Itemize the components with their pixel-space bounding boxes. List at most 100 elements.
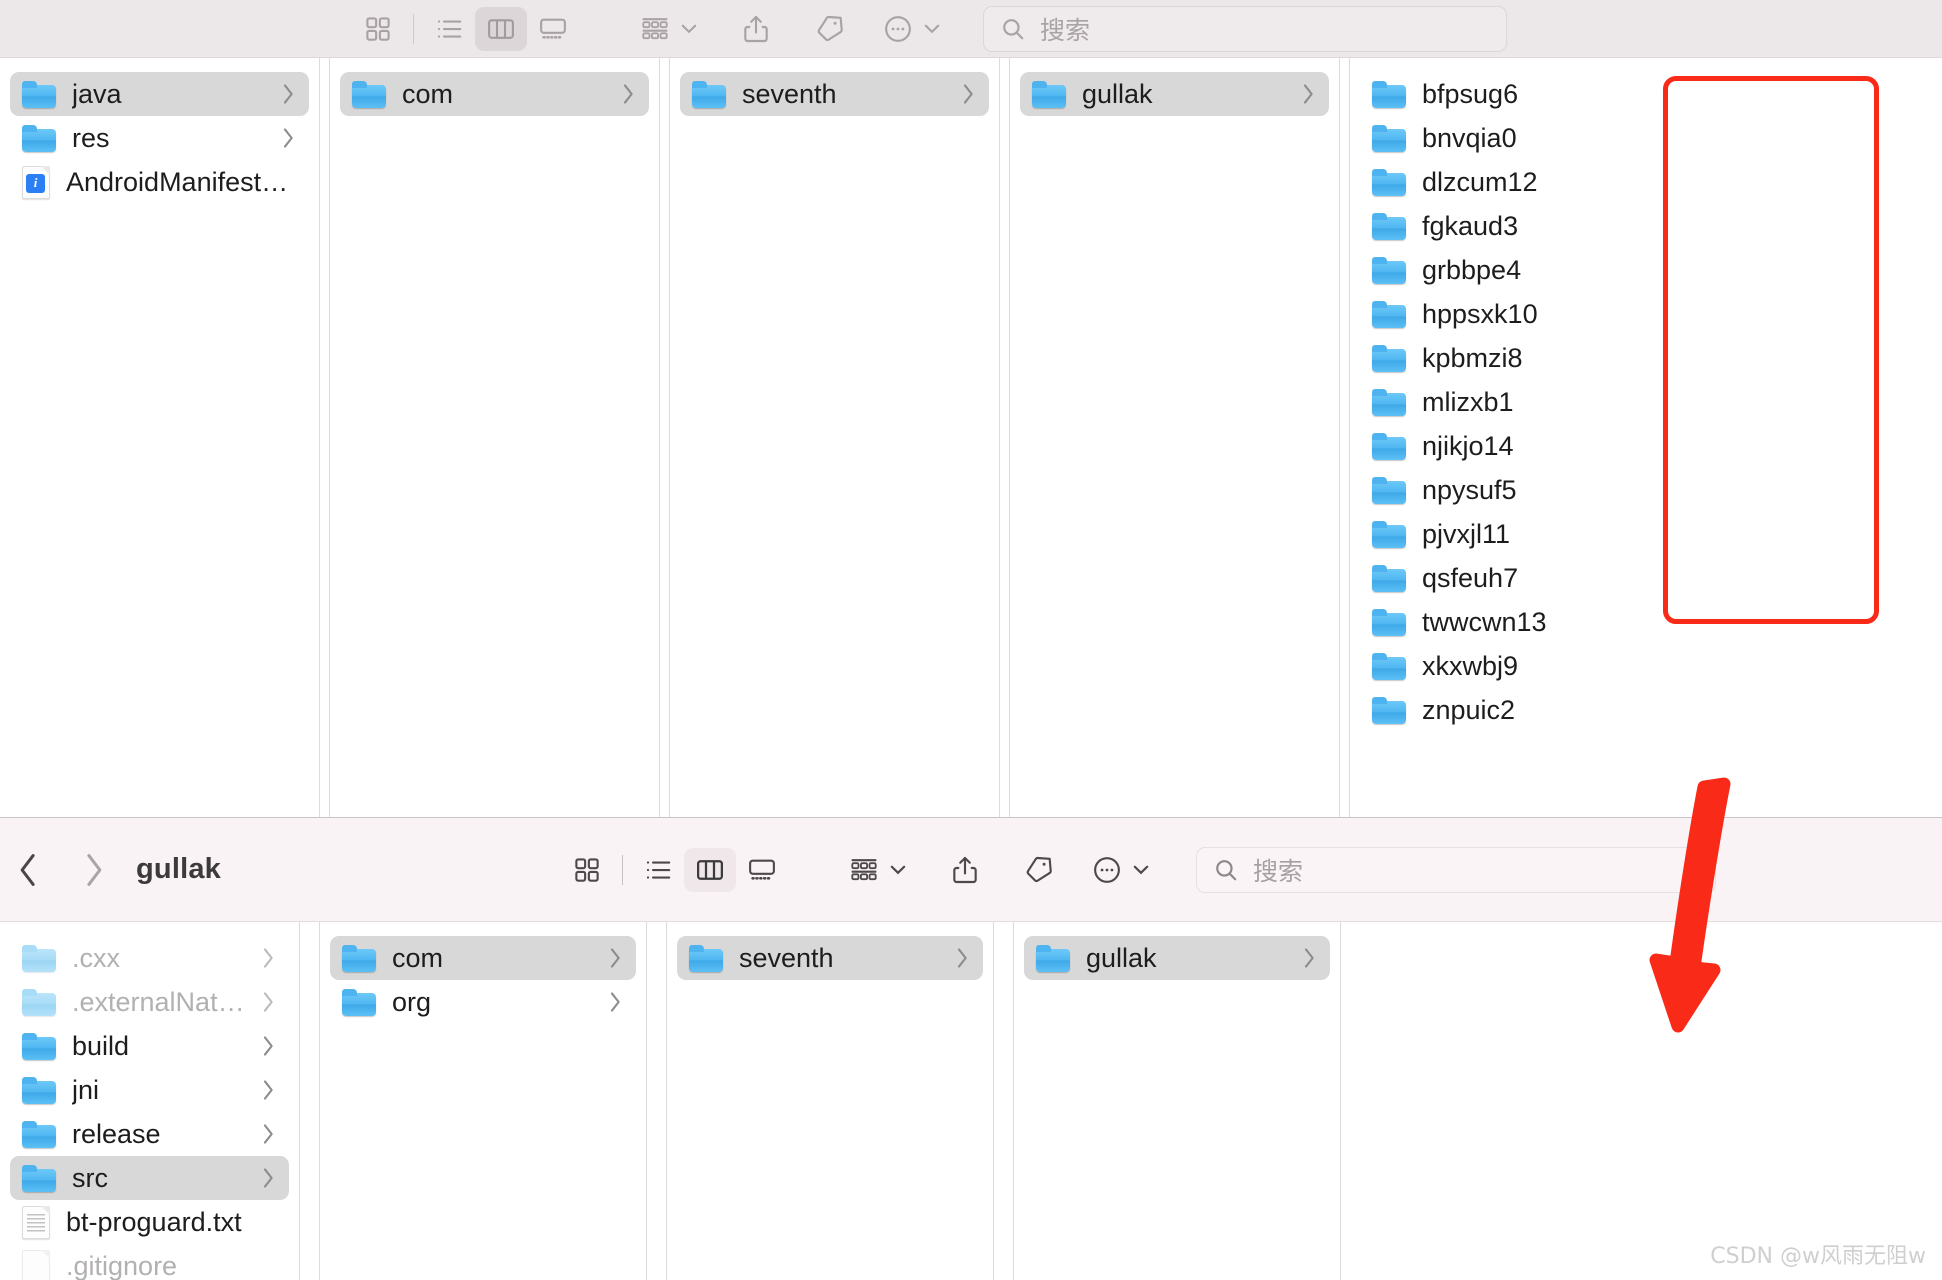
file-row[interactable]: xkxwbj9	[1360, 644, 1932, 688]
file-row[interactable]: com	[340, 72, 649, 116]
group-by-icon	[851, 858, 877, 880]
icon-view-button[interactable]	[561, 848, 613, 892]
columns-icon	[697, 859, 723, 880]
file-row-label: hppsxk10	[1422, 298, 1538, 329]
file-row[interactable]: src	[10, 1156, 289, 1200]
file-row[interactable]: kpbmzi8	[1360, 336, 1932, 380]
chevron-down-icon	[890, 865, 906, 875]
columns-icon	[488, 18, 514, 39]
gallery-view-button[interactable]	[736, 848, 788, 892]
column-2-back: seventh	[670, 58, 1000, 817]
chevron-right-icon	[963, 84, 973, 104]
file-row-label: .cxx	[72, 942, 121, 973]
column-gap-0-back	[320, 58, 330, 817]
file-row[interactable]: org	[330, 980, 636, 1024]
gallery-view-button[interactable]	[527, 7, 579, 51]
file-row[interactable]: bfpsug6	[1360, 72, 1932, 116]
file-row-label: com	[402, 78, 454, 109]
file-row[interactable]: mlizxb1	[1360, 380, 1932, 424]
search-field-back[interactable]: 搜索	[983, 5, 1507, 52]
file-row[interactable]: dlzcum12	[1360, 160, 1932, 204]
file-row[interactable]: jni	[10, 1068, 289, 1112]
toolbar-front: gullak 搜索	[0, 818, 1942, 922]
back-button[interactable]	[14, 851, 44, 889]
chevron-down-icon	[924, 24, 940, 34]
gallery-icon	[749, 859, 775, 880]
file-row[interactable]: .externalNativeBuild	[10, 980, 289, 1024]
file-row[interactable]: java	[10, 72, 309, 116]
column-3-back: gullak	[1010, 58, 1340, 817]
file-row[interactable]: hppsxk10	[1360, 292, 1932, 336]
file-row[interactable]: .cxx	[10, 936, 289, 980]
file-row[interactable]: release	[10, 1112, 289, 1156]
file-row[interactable]: i AndroidManifest.xml	[10, 160, 309, 204]
folder-icon	[1372, 696, 1406, 724]
chevron-down-icon	[1133, 865, 1149, 875]
column-view-button[interactable]	[475, 6, 527, 51]
share-button[interactable]	[732, 7, 780, 51]
file-row[interactable]: res	[10, 116, 309, 160]
list-icon	[646, 860, 671, 879]
column-gap-2-back	[1000, 58, 1010, 817]
folder-icon	[22, 1076, 56, 1104]
file-row-label: AndroidManifest.xml	[66, 166, 295, 197]
file-row-label: znpuic2	[1422, 694, 1516, 725]
file-row-label: bfpsug6	[1422, 78, 1519, 109]
column-1-back: com	[330, 58, 660, 817]
file-row[interactable]: qsfeuh7	[1360, 556, 1932, 600]
file-row[interactable]: fgkaud3	[1360, 204, 1932, 248]
folder-icon	[1032, 80, 1066, 108]
column-gap-2-front	[994, 922, 1014, 1280]
file-row[interactable]: gullak	[1024, 936, 1330, 980]
file-row[interactable]: seventh	[677, 936, 983, 980]
file-row[interactable]: bnvqia0	[1360, 116, 1932, 160]
forward-button[interactable]	[78, 851, 108, 889]
file-row-label: gullak	[1086, 942, 1157, 973]
group-by-button[interactable]	[635, 7, 702, 51]
more-actions-button[interactable]	[1087, 848, 1154, 892]
file-row-label: gullak	[1082, 78, 1153, 109]
file-row[interactable]: znpuic2	[1360, 688, 1932, 732]
file-row-label: kpbmzi8	[1422, 342, 1523, 373]
folder-icon	[22, 988, 56, 1016]
file-row[interactable]: build	[10, 1024, 289, 1068]
tag-icon	[817, 15, 843, 41]
more-actions-button[interactable]	[878, 7, 945, 51]
search-icon	[1003, 18, 1024, 39]
column-1-front: com org	[320, 922, 647, 1280]
column-view-button[interactable]	[684, 847, 736, 892]
folder-icon	[1372, 256, 1406, 284]
share-button[interactable]	[941, 848, 989, 892]
ellipsis-circle-icon	[885, 15, 911, 42]
file-row[interactable]: com	[330, 936, 636, 980]
share-icon	[953, 856, 977, 883]
file-row[interactable]: .gitignore	[10, 1244, 289, 1280]
folder-icon	[352, 80, 386, 108]
file-row[interactable]: npysuf5	[1360, 468, 1932, 512]
tags-button[interactable]	[806, 7, 854, 51]
file-row[interactable]: grbbpe4	[1360, 248, 1932, 292]
list-view-button[interactable]	[632, 848, 684, 892]
file-row-label: seventh	[742, 78, 837, 109]
icon-view-button[interactable]	[352, 7, 404, 51]
search-field-front[interactable]: 搜索	[1196, 846, 1716, 893]
file-row[interactable]: bt-proguard.txt	[10, 1200, 289, 1244]
file-row[interactable]: pjvxjl11	[1360, 512, 1932, 556]
tags-button[interactable]	[1015, 848, 1063, 892]
file-row[interactable]: njikjo14	[1360, 424, 1932, 468]
window-title: gullak	[136, 853, 221, 885]
file-icon	[22, 1249, 50, 1280]
chevron-right-icon	[283, 84, 293, 104]
column-4-back: bfpsug6 bnvqia0 dlzcum12 fgkaud3 grbbpe4 hpps…	[1350, 58, 1942, 817]
group-by-icon	[642, 17, 668, 39]
folder-icon	[22, 1032, 56, 1060]
file-row[interactable]: twwcwn13	[1360, 600, 1932, 644]
file-row[interactable]: seventh	[680, 72, 989, 116]
group-by-button[interactable]	[844, 848, 911, 892]
file-row-label: jni	[72, 1074, 100, 1105]
folder-icon	[22, 80, 56, 108]
file-row[interactable]: gullak	[1020, 72, 1329, 116]
file-row-label: .externalNativeBuild	[72, 986, 245, 1017]
column-0-back: java res i AndroidManifest.xml	[0, 58, 320, 817]
list-view-button[interactable]	[423, 7, 475, 51]
